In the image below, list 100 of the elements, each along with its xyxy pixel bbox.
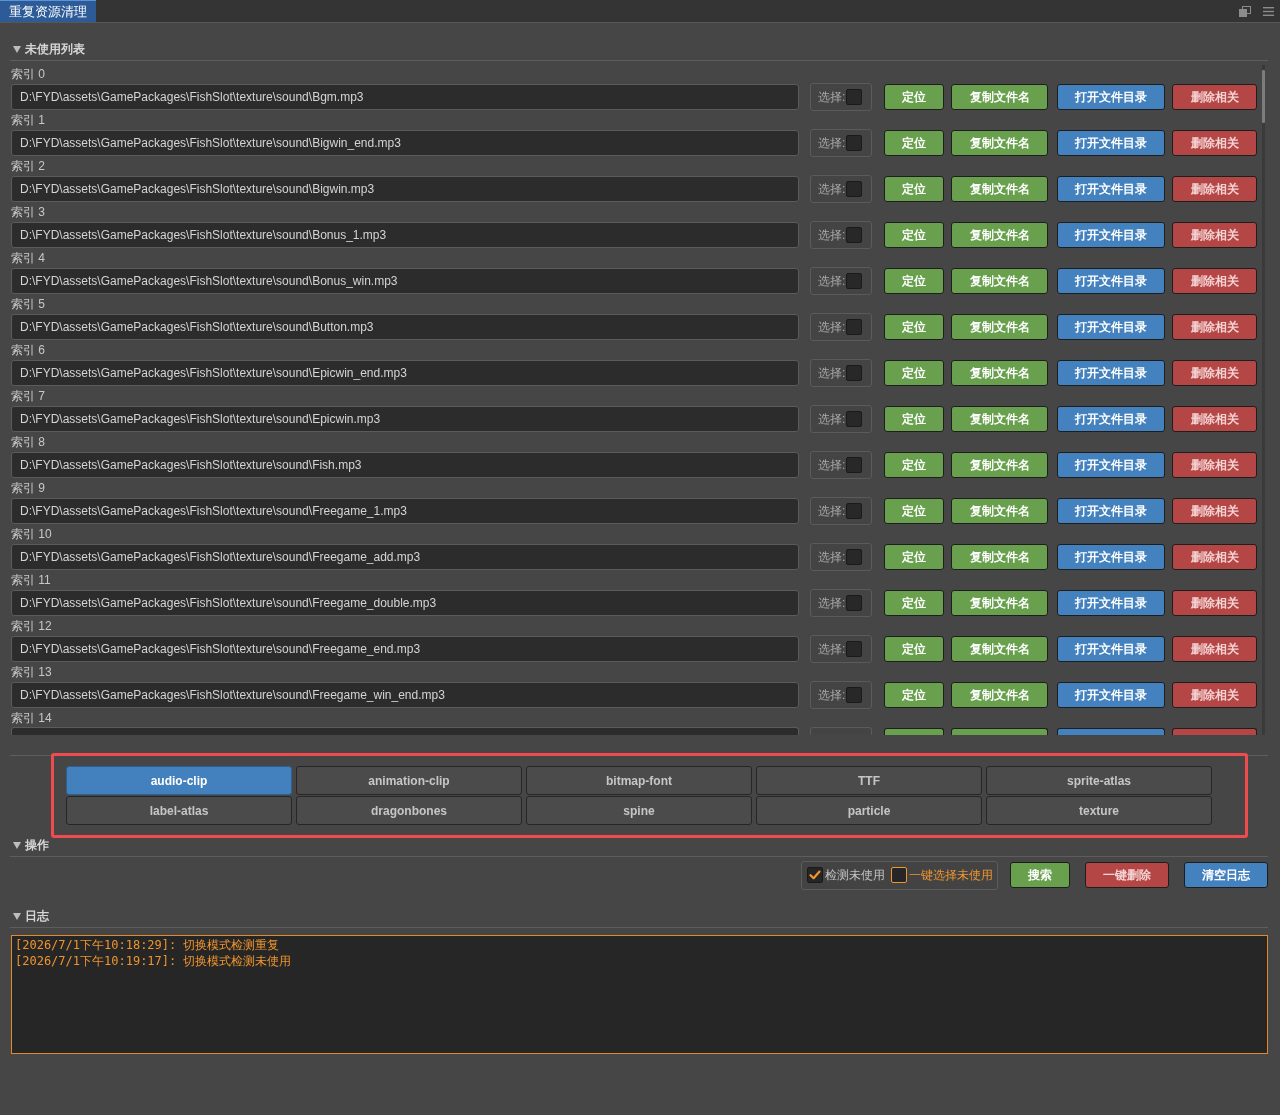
type-tab[interactable]: animation-clip (296, 766, 522, 795)
path-field[interactable]: D:\FYD\assets\GamePackages\FishSlot\texture\sound\Bgm.mp3 (11, 84, 799, 110)
delete-button[interactable]: 删除相关 (1172, 84, 1257, 110)
locate-button[interactable]: 定位 (884, 498, 944, 524)
select-toggle[interactable]: 选择: (810, 83, 872, 111)
checkbox[interactable] (891, 867, 907, 883)
select-toggle[interactable]: 选择: (810, 497, 872, 525)
menu-icon[interactable] (1263, 6, 1274, 16)
checkbox[interactable] (846, 503, 863, 519)
log-area[interactable]: [2026/7/1下午10:18:29]: 切换模式检测重复 [2026/7/1下午10:19:17]: 切换模式检测未使用 (11, 935, 1268, 1054)
path-field[interactable]: D:\FYD\assets\GamePackages\FishSlot\texture\sound\Freegame_win_end.mp3 (11, 682, 799, 708)
copy-name-button[interactable]: 复制文件名 (951, 406, 1048, 432)
type-tab[interactable]: audio-clip (66, 766, 292, 795)
select-toggle[interactable]: 选择: (810, 681, 872, 709)
select-toggle[interactable]: 选择: (810, 175, 872, 203)
checkbox[interactable] (846, 89, 863, 105)
select-toggle[interactable]: 选择: (810, 589, 872, 617)
copy-name-button[interactable]: 复制文件名 (951, 590, 1048, 616)
select-toggle[interactable]: 选择: (810, 267, 872, 295)
checkbox[interactable] (846, 227, 863, 243)
path-field[interactable]: D:\FYD\assets\GamePackages\FishSlot\texture\sound\Freegame_1.mp3 (11, 498, 799, 524)
locate-button[interactable]: 定位 (884, 544, 944, 570)
copy-name-button[interactable]: 复制文件名 (951, 130, 1048, 156)
copy-name-button[interactable]: 复制文件名 (951, 222, 1048, 248)
open-folder-button[interactable]: 打开文件目录 (1057, 682, 1165, 708)
copy-name-button[interactable]: 复制文件名 (951, 84, 1048, 110)
open-folder-button[interactable]: 打开文件目录 (1057, 498, 1165, 524)
select-toggle[interactable]: 选择: (810, 405, 872, 433)
search-button[interactable]: 搜索 (1010, 862, 1070, 888)
locate-button[interactable]: 定位 (884, 314, 944, 340)
checkbox[interactable] (846, 595, 863, 611)
caret-icon[interactable] (13, 45, 21, 53)
section-toggle[interactable]: 未使用列表 (10, 41, 85, 57)
open-folder-button[interactable]: 打开文件目录 (1057, 222, 1165, 248)
path-field[interactable]: D:\FYD\assets\GamePackages\FishSlot\texture\sound\Fish.mp3 (11, 452, 799, 478)
checkbox[interactable] (846, 411, 863, 427)
locate-button[interactable]: 定位 (884, 406, 944, 432)
path-field[interactable] (11, 727, 799, 735)
locate-button[interactable]: 定位 (884, 222, 944, 248)
section-toggle[interactable]: 日志 (10, 908, 49, 924)
delete-button[interactable]: 删除相关 (1172, 544, 1257, 570)
section-toggle[interactable]: 操作 (10, 837, 49, 853)
checkbox[interactable] (846, 549, 863, 565)
checkbox[interactable] (846, 457, 863, 473)
select-toggle[interactable]: 选择: (810, 543, 872, 571)
locate-button[interactable]: 定位 (884, 360, 944, 386)
select-toggle[interactable]: 选择: (810, 129, 872, 157)
type-tab[interactable]: texture (986, 796, 1212, 825)
open-folder-button[interactable]: 打开文件目录 (1057, 314, 1165, 340)
type-tab[interactable]: TTF (756, 766, 982, 795)
checkbox[interactable] (807, 867, 823, 883)
open-folder-button[interactable]: 打开文件目录 (1057, 84, 1165, 110)
open-folder-button[interactable]: 打开文件目录 (1057, 130, 1165, 156)
checkbox[interactable] (846, 135, 863, 151)
delete-button[interactable]: 删除相关 (1172, 268, 1257, 294)
delete-button[interactable]: 删除相关 (1172, 682, 1257, 708)
copy-name-button[interactable]: 复制文件名 (951, 498, 1048, 524)
caret-icon[interactable] (13, 841, 21, 849)
checkbox[interactable] (846, 365, 863, 381)
locate-button[interactable]: 定位 (884, 130, 944, 156)
open-folder-button[interactable]: 打开文件目录 (1057, 544, 1165, 570)
delete-button[interactable]: 删除相关 (1172, 222, 1257, 248)
select-toggle[interactable]: 选择: (810, 451, 872, 479)
delete-all-button[interactable]: 一键删除 (1085, 862, 1169, 888)
locate-button[interactable]: 定位 (884, 636, 944, 662)
delete-button[interactable]: 删除相关 (1172, 176, 1257, 202)
delete-button[interactable]: 删除相关 (1172, 130, 1257, 156)
path-field[interactable]: D:\FYD\assets\GamePackages\FishSlot\texture\sound\Freegame_add.mp3 (11, 544, 799, 570)
checkbox[interactable] (846, 181, 863, 197)
select-toggle[interactable]: 选择: (810, 313, 872, 341)
checkbox[interactable] (846, 641, 863, 657)
type-tab[interactable]: sprite-atlas (986, 766, 1212, 795)
open-folder-button[interactable] (1057, 728, 1165, 735)
caret-icon[interactable] (13, 912, 21, 920)
copy-name-button[interactable]: 复制文件名 (951, 360, 1048, 386)
checkbox[interactable] (846, 687, 863, 703)
locate-button[interactable]: 定位 (884, 268, 944, 294)
copy-name-button[interactable]: 复制文件名 (951, 176, 1048, 202)
checkbox[interactable] (846, 273, 863, 289)
panel-tab[interactable]: 重复资源清理 (0, 0, 96, 22)
delete-button[interactable]: 删除相关 (1172, 360, 1257, 386)
type-tab[interactable]: particle (756, 796, 982, 825)
delete-button[interactable]: 删除相关 (1172, 314, 1257, 340)
locate-button[interactable]: 定位 (884, 452, 944, 478)
path-field[interactable]: D:\FYD\assets\GamePackages\FishSlot\texture\sound\Bonus_1.mp3 (11, 222, 799, 248)
path-field[interactable]: D:\FYD\assets\GamePackages\FishSlot\texture\sound\Freegame_double.mp3 (11, 590, 799, 616)
copy-name-button[interactable]: 复制文件名 (951, 314, 1048, 340)
open-folder-button[interactable]: 打开文件目录 (1057, 590, 1165, 616)
open-folder-button[interactable]: 打开文件目录 (1057, 406, 1165, 432)
path-field[interactable]: D:\FYD\assets\GamePackages\FishSlot\texture\sound\Bonus_win.mp3 (11, 268, 799, 294)
two-squares-icon[interactable] (1239, 5, 1251, 17)
open-folder-button[interactable]: 打开文件目录 (1057, 268, 1165, 294)
select-toggle[interactable]: 选择: (810, 635, 872, 663)
select-toggle[interactable]: 选择: (810, 359, 872, 387)
delete-button[interactable]: 删除相关 (1172, 452, 1257, 478)
type-tab[interactable]: bitmap-font (526, 766, 752, 795)
select-toggle[interactable]: 选择: (810, 221, 872, 249)
type-tab[interactable]: label-atlas (66, 796, 292, 825)
open-folder-button[interactable]: 打开文件目录 (1057, 360, 1165, 386)
scrollbar-thumb[interactable] (1262, 70, 1265, 123)
